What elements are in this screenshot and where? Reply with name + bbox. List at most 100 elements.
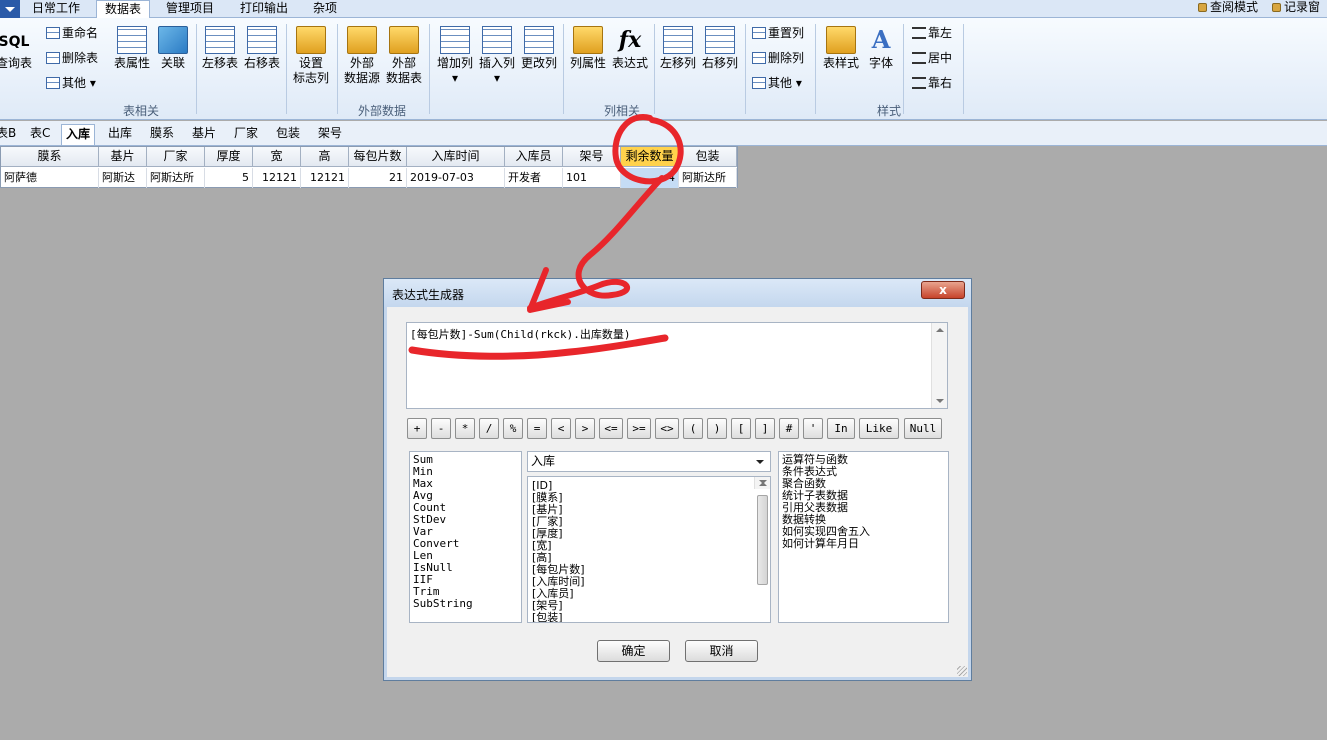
expression-button[interactable]: fx 表达式 (610, 26, 650, 71)
column-header[interactable]: 膜系 (1, 147, 99, 167)
sheet-tab-b[interactable]: 表B (0, 124, 20, 145)
cancel-button[interactable]: 取消 (685, 640, 758, 662)
operator-hash-button[interactable]: # (779, 418, 799, 439)
list-item[interactable]: [厚度] (532, 528, 766, 540)
move-table-right-button[interactable]: 右移表 (242, 26, 282, 71)
query-mode-toggle[interactable]: 查阅模式 (1198, 0, 1258, 18)
table-cell[interactable]: 2019-07-03 (407, 168, 505, 188)
ok-button[interactable]: 确定 (597, 640, 670, 662)
scroll-down-icon[interactable] (936, 399, 944, 403)
field-list-scrollbar[interactable] (754, 477, 770, 585)
column-header-remaining[interactable]: 剩余数量 (621, 147, 679, 167)
list-item[interactable]: [宽] (532, 540, 766, 552)
table-properties-button[interactable]: 表属性 (112, 26, 152, 71)
table-style-button[interactable]: 表样式 (820, 26, 862, 71)
app-menu-button[interactable] (0, 0, 20, 18)
operator-like-button[interactable]: Like (859, 418, 899, 439)
rename-table-button[interactable]: 重命名 (46, 24, 98, 44)
delete-table-button[interactable]: 删除表 (46, 49, 98, 69)
chevron-down-icon[interactable] (753, 455, 767, 468)
external-table-button[interactable]: 外部 数据表 (384, 26, 424, 86)
scroll-up-icon[interactable] (936, 328, 944, 332)
column-header[interactable]: 入库员 (505, 147, 563, 167)
operator-lbracket-button[interactable]: [ (731, 418, 751, 439)
operator-multiply-button[interactable]: * (455, 418, 475, 439)
move-column-left-button[interactable]: 左移列 (658, 26, 698, 71)
function-list[interactable]: Sum Min Max Avg Count StDev Var Convert … (409, 451, 522, 623)
modify-column-button[interactable]: 更改列 (519, 26, 559, 71)
list-item[interactable]: [架号] (532, 600, 766, 612)
data-grid[interactable]: 膜系 基片 厂家 厚度 宽 高 每包片数 入库时间 入库员 架号 剩余数量 包装… (0, 146, 738, 188)
field-list[interactable]: [ID] [膜系] [基片] [厂家] [厚度] [宽] [高] [每包片数] … (527, 476, 771, 623)
list-item[interactable]: [膜系] (532, 492, 766, 504)
align-center-button[interactable]: 居中 (912, 49, 952, 69)
font-button[interactable]: A 字体 (864, 26, 898, 71)
list-item[interactable]: [ID] (532, 480, 766, 492)
column-other-dropdown[interactable]: 其他 ▾ (752, 74, 802, 94)
sheet-tab-packaging[interactable]: 包装 (272, 124, 304, 145)
external-datasource-button[interactable]: 外部 数据源 (342, 26, 382, 86)
operator-equals-button[interactable]: = (527, 418, 547, 439)
tab-data-table[interactable]: 数据表 (96, 0, 151, 19)
column-header[interactable]: 厂家 (147, 147, 205, 167)
move-table-left-button[interactable]: 左移表 (200, 26, 240, 71)
tab-print-output[interactable]: 打印输出 (232, 0, 296, 18)
sheet-tab-rack[interactable]: 架号 (314, 124, 346, 145)
dialog-title-bar[interactable]: 表达式生成器 x (384, 279, 971, 307)
scroll-down-icon[interactable] (759, 480, 767, 484)
operator-null-button[interactable]: Null (904, 418, 942, 439)
column-header[interactable]: 厚度 (205, 147, 253, 167)
column-header[interactable]: 入库时间 (407, 147, 505, 167)
tab-daily-work[interactable]: 日常工作 (24, 0, 88, 18)
table-cell[interactable]: 5 (205, 168, 253, 188)
table-cell[interactable]: 阿萨德 (1, 168, 99, 188)
table-cell[interactable]: 12121 (301, 168, 349, 188)
table-cell[interactable]: 21 (349, 168, 407, 188)
table-cell[interactable]: 开发者 (505, 168, 563, 188)
column-header[interactable]: 每包片数 (349, 147, 407, 167)
add-column-button[interactable]: 增加列 ▾ (435, 26, 475, 86)
operator-greater-button[interactable]: > (575, 418, 595, 439)
list-item[interactable]: 如何计算年月日 (782, 538, 945, 550)
align-right-button[interactable]: 靠右 (912, 74, 952, 94)
column-header[interactable]: 基片 (99, 147, 147, 167)
operator-quote-button[interactable]: ' (803, 418, 823, 439)
table-other-dropdown[interactable]: 其他 ▾ (46, 74, 96, 94)
sheet-tab-inbound[interactable]: 入库 (61, 124, 96, 145)
operator-notequal-button[interactable]: <> (655, 418, 679, 439)
delete-column-button[interactable]: 删除列 (752, 49, 804, 69)
set-flag-column-button[interactable]: 设置 标志列 (290, 26, 332, 86)
help-topic-list[interactable]: 运算符与函数 条件表达式 聚合函数 统计子表数据 引用父表数据 数据转换 如何实… (778, 451, 949, 623)
operator-rbracket-button[interactable]: ] (755, 418, 775, 439)
scroll-thumb[interactable] (757, 495, 768, 585)
operator-mod-button[interactable]: % (503, 418, 523, 439)
column-header[interactable]: 包装 (679, 147, 737, 167)
tab-manage-project[interactable]: 管理项目 (158, 0, 222, 18)
close-button[interactable]: x (921, 281, 965, 299)
operator-in-button[interactable]: In (827, 418, 855, 439)
table-cell-remaining[interactable]: -4 (621, 168, 679, 188)
tab-misc[interactable]: 杂项 (305, 0, 345, 18)
list-item[interactable]: [厂家] (532, 516, 766, 528)
sheet-tab-substrate[interactable]: 基片 (188, 124, 220, 145)
sheet-tab-film[interactable]: 膜系 (146, 124, 178, 145)
column-header[interactable]: 宽 (253, 147, 301, 167)
record-window-toggle[interactable]: 记录窗 (1272, 0, 1320, 18)
relation-button[interactable]: 关联 (155, 26, 191, 71)
reset-column-button[interactable]: 重置列 (752, 24, 804, 44)
operator-lte-button[interactable]: <= (599, 418, 623, 439)
sql-query-button[interactable]: SQL 查询表 (0, 28, 32, 71)
sheet-tab-c[interactable]: 表C (26, 124, 54, 145)
table-cell[interactable]: 阿斯达所 (679, 168, 737, 188)
table-cell[interactable]: 101 (563, 168, 621, 188)
table-cell[interactable]: 12121 (253, 168, 301, 188)
operator-lparen-button[interactable]: ( (683, 418, 703, 439)
operator-less-button[interactable]: < (551, 418, 571, 439)
operator-minus-button[interactable]: - (431, 418, 451, 439)
operator-divide-button[interactable]: / (479, 418, 499, 439)
column-properties-button[interactable]: 列属性 (568, 26, 608, 71)
expression-input[interactable]: [每包片数]-Sum(Child(rkck).出库数量) (406, 322, 948, 409)
table-select[interactable]: 入库 (527, 451, 771, 472)
align-left-button[interactable]: 靠左 (912, 24, 952, 44)
sheet-tab-vendor[interactable]: 厂家 (230, 124, 262, 145)
